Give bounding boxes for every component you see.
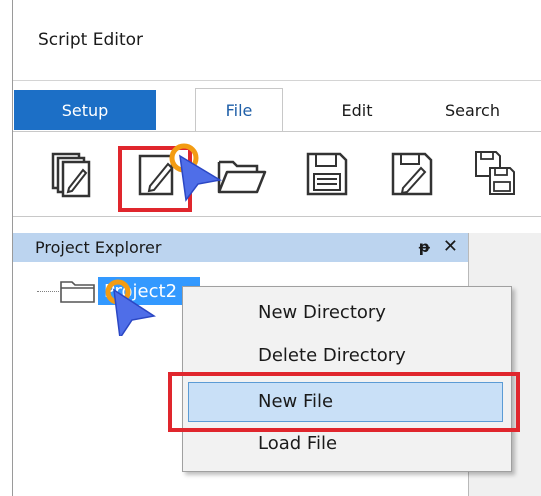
new-file-menu-highlight <box>168 372 520 432</box>
new-project-button[interactable] <box>43 146 99 202</box>
tab-search[interactable]: Search <box>445 92 541 128</box>
pointer-cursor-icon <box>169 143 222 202</box>
save-as-button[interactable] <box>383 146 439 202</box>
window-title: Script Editor <box>38 30 144 50</box>
save-button[interactable] <box>298 146 354 202</box>
title-separator <box>13 80 541 81</box>
tab-setup[interactable]: Setup <box>14 90 156 130</box>
tree-connector <box>37 291 59 292</box>
tab-edit[interactable]: Edit <box>322 92 392 128</box>
save-as-icon <box>391 152 433 196</box>
explorer-title: Project Explorer <box>35 238 162 257</box>
menu-item-delete-directory[interactable]: Delete Directory <box>258 345 406 366</box>
file-toolbar <box>13 131 541 217</box>
new-project-icon <box>51 152 91 198</box>
save-all-button[interactable] <box>468 146 524 202</box>
save-icon <box>306 152 348 196</box>
pointer-cursor-icon <box>105 279 156 336</box>
save-all-icon <box>475 151 515 195</box>
script-editor-window: Script Editor Setup File Edit Search Pro… <box>0 0 541 496</box>
close-icon[interactable]: ✕ <box>443 236 458 257</box>
menu-item-new-directory[interactable]: New Directory <box>258 302 386 323</box>
explorer-header: Project Explorer ᵽ ✕ <box>13 233 468 262</box>
tab-file[interactable]: File <box>195 88 283 132</box>
folder-icon <box>60 281 95 303</box>
menu-item-load-file[interactable]: Load File <box>258 433 337 454</box>
pin-icon[interactable]: ᵽ <box>419 238 430 256</box>
